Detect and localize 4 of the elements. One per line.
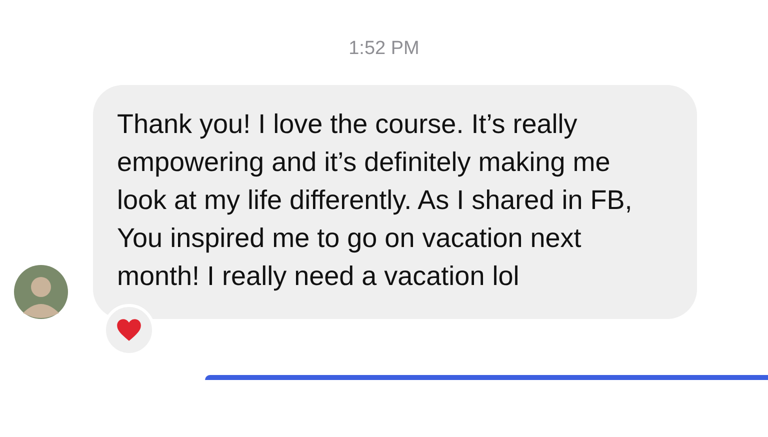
- avatar-icon[interactable]: [14, 265, 68, 319]
- heart-icon: [116, 318, 142, 342]
- message-timestamp: 1:52 PM: [348, 38, 420, 60]
- message-text: Thank you! I love the course. It’s really empowering and it’s definitely making me look at my life differently. As I shared in FB, You inspired me to go on vacation next month! I really need a vacation lol: [117, 108, 634, 293]
